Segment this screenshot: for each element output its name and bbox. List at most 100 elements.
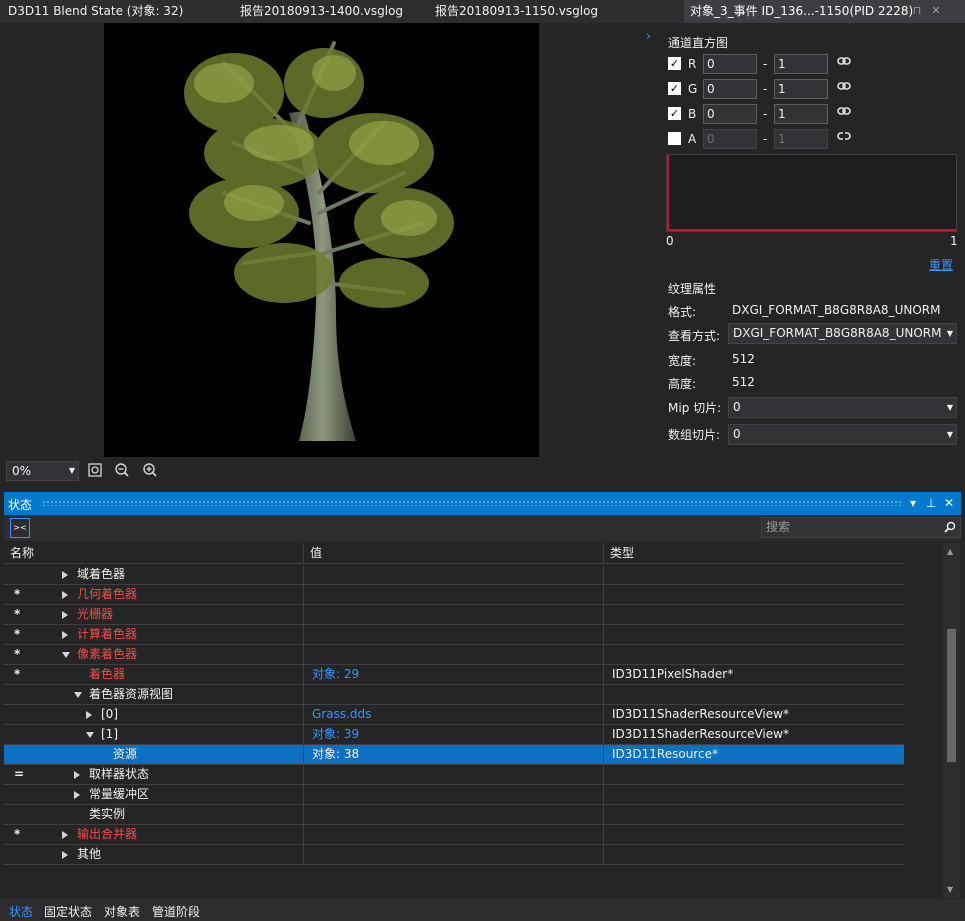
channel-g-min-input[interactable]: 0: [703, 79, 757, 99]
name-cell: * 计算着色器: [4, 625, 304, 645]
bottom-tab-bar: 状态 固定状态 对象表 管道阶段: [0, 899, 965, 921]
table-row[interactable]: * 几何着色器: [4, 585, 904, 605]
search-icon[interactable]: [944, 521, 956, 533]
scrollbar-thumb[interactable]: [947, 629, 956, 762]
table-row[interactable]: [0] Grass.dds ID3D11ShaderResourceView*: [4, 705, 904, 725]
collapse-triangle-icon[interactable]: [74, 692, 82, 698]
tab-fixed-state[interactable]: 固定状态: [44, 903, 92, 920]
channel-b-min-input[interactable]: 0: [703, 104, 757, 124]
expand-triangle-icon[interactable]: [74, 791, 80, 799]
collapse-all-icon[interactable]: ><: [10, 518, 30, 538]
search-input[interactable]: 搜索: [761, 517, 961, 538]
status-window-titlebar[interactable]: 状态 ▾ ⊥ ✕: [4, 492, 961, 515]
chevron-down-icon: ▼: [68, 466, 75, 475]
channel-a-checkbox[interactable]: [668, 132, 681, 145]
channel-r-min-input[interactable]: 0: [703, 54, 757, 74]
mip-slice-dropdown[interactable]: 0 ▼: [728, 397, 957, 418]
channel-r-max-input[interactable]: 1: [774, 54, 828, 74]
zoom-fit-icon[interactable]: [86, 461, 104, 479]
window-menu-icon[interactable]: ▾: [905, 495, 921, 511]
type-cell: [604, 825, 904, 845]
channel-a-max-input[interactable]: 1: [774, 129, 828, 149]
panel-expander-icon[interactable]: ›: [646, 29, 651, 43]
table-row[interactable]: * 输出合并器: [4, 825, 904, 845]
array-slice-dropdown[interactable]: 0 ▼: [728, 424, 957, 445]
scroll-up-icon[interactable]: ▲: [947, 547, 953, 556]
collapse-triangle-icon[interactable]: [62, 652, 70, 658]
expand-triangle-icon[interactable]: [62, 631, 68, 639]
link-icon[interactable]: [837, 81, 851, 91]
table-row[interactable]: 着色器资源视图: [4, 685, 904, 705]
table-row[interactable]: 资源 对象: 38 ID3D11Resource*: [4, 745, 904, 765]
array-slice-label: 数组切片:: [668, 428, 721, 442]
table-row[interactable]: = 取样器状态: [4, 765, 904, 785]
pin-icon[interactable]: ⊥: [923, 495, 939, 511]
value-cell[interactable]: Grass.dds: [304, 705, 604, 725]
row-name: 常量缓冲区: [89, 787, 150, 801]
chevron-down-icon: ▼: [946, 329, 953, 338]
tab-pipeline-stages[interactable]: 管道阶段: [152, 903, 200, 920]
close-icon[interactable]: ✕: [941, 495, 957, 511]
column-header-value[interactable]: 值: [304, 543, 604, 564]
table-row[interactable]: * 着色器 对象: 29 ID3D11PixelShader*: [4, 665, 904, 685]
expand-triangle-icon[interactable]: [86, 711, 92, 719]
view-as-value: DXGI_FORMAT_B8G8R8A8_UNORM: [733, 326, 942, 340]
zoom-in-icon[interactable]: [141, 461, 159, 479]
table-row[interactable]: * 光栅器: [4, 605, 904, 625]
tab-object-table[interactable]: 对象表: [104, 903, 140, 920]
value-cell[interactable]: 对象: 29: [304, 665, 604, 685]
expand-triangle-icon[interactable]: [74, 771, 80, 779]
expand-triangle-icon[interactable]: [62, 571, 68, 579]
tab-report-1150[interactable]: 报告20180913-1150.vsglog: [435, 0, 598, 23]
grid-scrollbar[interactable]: ▲ ▼: [943, 543, 960, 898]
tab-status[interactable]: 状态: [9, 903, 33, 920]
link-icon[interactable]: [837, 106, 851, 116]
unlink-icon[interactable]: [837, 131, 851, 141]
collapse-triangle-icon[interactable]: [86, 732, 94, 738]
table-row[interactable]: 类实例: [4, 805, 904, 825]
mip-slice-label: Mip 切片:: [668, 401, 722, 415]
table-row[interactable]: 域着色器: [4, 565, 904, 585]
height-label: 高度:: [668, 377, 697, 391]
row-name: [1]: [101, 727, 118, 741]
histogram-spike: [667, 155, 669, 231]
change-marker: [14, 565, 30, 585]
value-cell[interactable]: 对象: 39: [304, 725, 604, 745]
column-header-type[interactable]: 类型: [604, 543, 904, 564]
channel-g-max-input[interactable]: 1: [774, 79, 828, 99]
texture-canvas[interactable]: [104, 23, 539, 457]
channel-a-min-input[interactable]: 0: [703, 129, 757, 149]
expand-triangle-icon[interactable]: [62, 591, 68, 599]
pin-icon[interactable]: ⊓: [910, 4, 924, 18]
scroll-down-icon[interactable]: ▼: [947, 885, 953, 894]
type-cell: [604, 605, 904, 625]
close-tab-icon[interactable]: ✕: [929, 4, 943, 18]
expand-triangle-icon[interactable]: [62, 611, 68, 619]
zoom-out-icon[interactable]: [113, 461, 131, 479]
channel-r-checkbox[interactable]: ✓: [668, 57, 681, 70]
column-header-name[interactable]: 名称: [4, 543, 304, 564]
channel-b-max-input[interactable]: 1: [774, 104, 828, 124]
value-cell: [304, 805, 604, 825]
reset-link[interactable]: 重置: [929, 256, 953, 273]
link-icon[interactable]: [837, 56, 851, 66]
table-row[interactable]: [1] 对象: 39 ID3D11ShaderResourceView*: [4, 725, 904, 745]
table-row[interactable]: * 计算着色器: [4, 625, 904, 645]
change-marker: *: [14, 627, 21, 641]
view-as-dropdown[interactable]: DXGI_FORMAT_B8G8R8A8_UNORM ▼: [728, 323, 957, 344]
table-row[interactable]: 其他: [4, 845, 904, 865]
expand-triangle-icon[interactable]: [62, 831, 68, 839]
change-marker: *: [14, 827, 21, 841]
range-dash: -: [763, 107, 768, 121]
table-row[interactable]: * 像素着色器: [4, 645, 904, 665]
status-toolbar: >< 搜索: [4, 515, 961, 541]
row-name: 域着色器: [77, 567, 126, 581]
channel-b-checkbox[interactable]: ✓: [668, 107, 681, 120]
table-row[interactable]: 常量缓冲区: [4, 785, 904, 805]
channel-g-checkbox[interactable]: ✓: [668, 82, 681, 95]
tab-blend-state[interactable]: D3D11 Blend State (对象: 32): [8, 0, 183, 23]
tab-report-1400[interactable]: 报告20180913-1400.vsglog: [240, 0, 403, 23]
expand-triangle-icon[interactable]: [62, 851, 68, 859]
histogram-min-label: 0: [666, 234, 674, 248]
zoom-dropdown[interactable]: 0% ▼: [6, 461, 79, 481]
